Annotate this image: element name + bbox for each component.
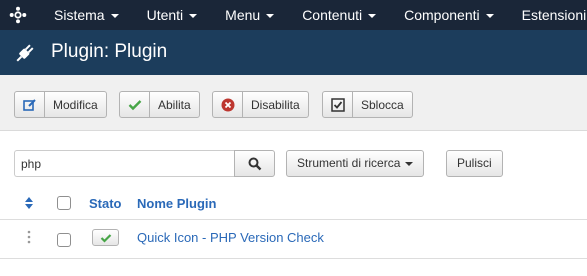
menu-label: Menu [225, 7, 261, 23]
menu-label: Contenuti [302, 7, 363, 23]
sort-icon[interactable] [24, 196, 34, 210]
menu-label: Sistema [54, 7, 105, 23]
menu-label: Componenti [404, 7, 480, 23]
menu-item-estensioni[interactable]: Estensioni [508, 0, 587, 30]
search-input[interactable] [14, 150, 234, 177]
column-header-name[interactable]: Nome Plugin [137, 196, 216, 211]
clear-button[interactable]: Pulisci [446, 150, 503, 177]
menu-item-menu[interactable]: Menu [211, 0, 288, 30]
checkbox-checked-icon [323, 92, 353, 117]
checkin-button-label: Sblocca [361, 97, 404, 112]
page-header: Plugin: Plugin [0, 30, 587, 75]
caret-down-icon [110, 14, 119, 19]
table-row: Quick Icon - PHP Version Check [0, 220, 587, 259]
search-icon [248, 157, 261, 170]
caret-down-icon [485, 14, 494, 19]
menu-item-sistema[interactable]: Sistema [40, 0, 133, 30]
disable-circle-icon [213, 92, 243, 117]
edit-button-label: Modifica [53, 97, 98, 112]
caret-down-icon [405, 161, 414, 166]
caret-down-icon [266, 14, 275, 19]
top-navbar: Sistema Utenti Menu Contenuti Componenti… [0, 0, 587, 30]
menu-item-componenti[interactable]: Componenti [390, 0, 508, 30]
edit-icon [15, 92, 45, 117]
edit-button[interactable]: Modifica [14, 91, 107, 118]
caret-down-icon [189, 14, 198, 19]
page-title: Plugin: Plugin [51, 41, 168, 62]
select-all-checkbox[interactable] [57, 196, 71, 210]
column-header-status[interactable]: Stato [89, 196, 122, 211]
clear-button-label: Pulisci [457, 156, 492, 170]
drag-handle-icon[interactable] [26, 230, 32, 244]
plug-icon [16, 44, 34, 62]
enable-button-label: Abilita [158, 97, 191, 112]
caret-down-icon [368, 14, 377, 19]
checkin-button[interactable]: Sblocca [322, 91, 413, 118]
menu-item-contenuti[interactable]: Contenuti [288, 0, 390, 30]
search-tools-label: Strumenti di ricerca [297, 156, 401, 170]
table-header: Stato Nome Plugin [0, 188, 587, 220]
joomla-logo-icon[interactable] [9, 6, 27, 24]
check-icon [100, 233, 111, 243]
main-menu: Sistema Utenti Menu Contenuti Componenti… [40, 0, 587, 30]
menu-item-utenti[interactable]: Utenti [133, 0, 212, 30]
menu-label: Utenti [146, 7, 184, 23]
status-toggle-button[interactable] [92, 229, 119, 246]
search-button[interactable] [234, 150, 275, 177]
row-checkbox[interactable] [57, 233, 71, 247]
disable-button-label: Disabilita [251, 97, 300, 112]
search-tools-button[interactable]: Strumenti di ricerca [286, 150, 425, 177]
plugin-name-link[interactable]: Quick Icon - PHP Version Check [137, 230, 324, 245]
menu-label: Estensioni [521, 7, 587, 23]
disable-button[interactable]: Disabilita [212, 91, 309, 118]
check-icon [120, 92, 150, 117]
toolbar: Modifica Abilita Disabilita Sblocca [0, 75, 587, 131]
enable-button[interactable]: Abilita [119, 91, 200, 118]
